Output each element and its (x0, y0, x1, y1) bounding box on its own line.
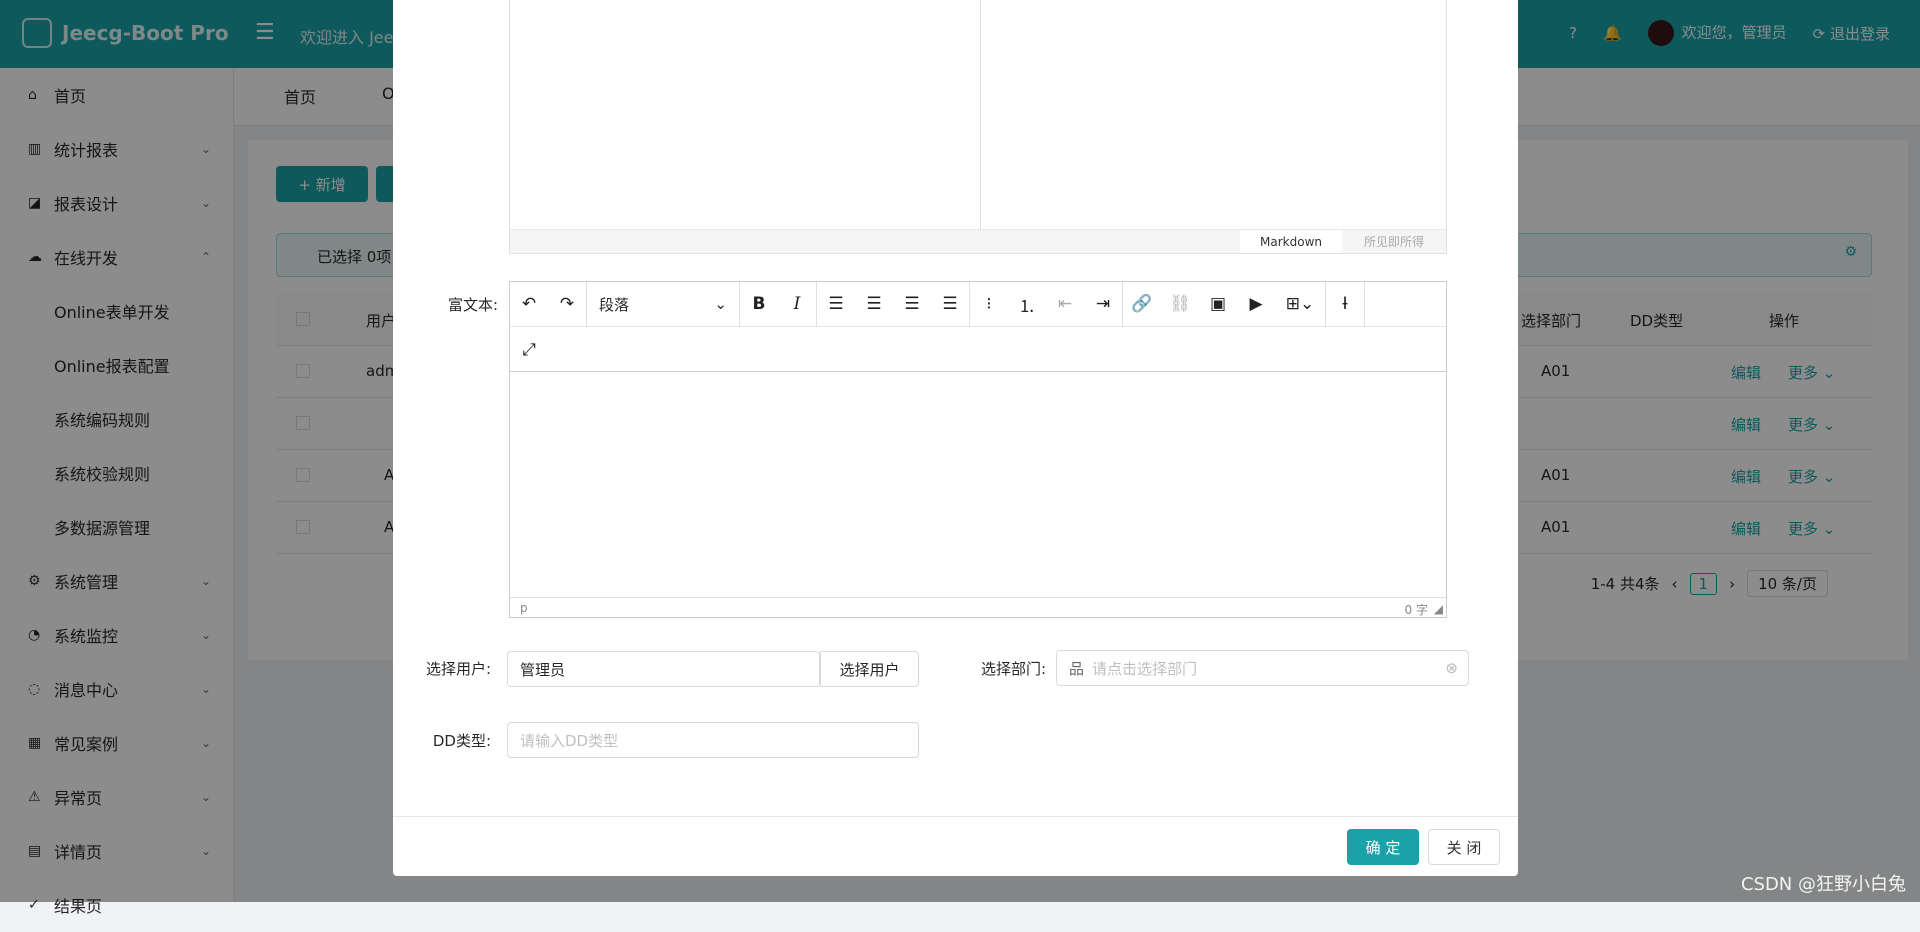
paragraph-value: 段落 (599, 295, 630, 314)
cluster-icon: 品 (1069, 659, 1085, 678)
dept-label: 选择部门: (980, 660, 1046, 678)
align-right-icon[interactable]: ☰ (893, 282, 931, 327)
numbered-list-icon[interactable]: ⒈ (1008, 282, 1046, 327)
tab-markdown[interactable]: Markdown (1240, 230, 1342, 253)
richtext-toolbar-row2: ⤢ (510, 327, 1446, 372)
align-justify-icon[interactable]: ☰ (931, 282, 969, 327)
italic-icon[interactable]: I (778, 282, 816, 327)
link-icon[interactable]: 🔗 (1123, 282, 1161, 327)
richtext-statusbar: p 0 字 ◢ (510, 597, 1446, 617)
tab-wysiwyg[interactable]: 所见即所得 (1342, 230, 1446, 253)
align-left-icon[interactable]: ☰ (817, 282, 855, 327)
markdown-mode-tabs: Markdown 所见即所得 (510, 229, 1446, 253)
dd-input[interactable]: 请输入DD类型 (507, 722, 919, 758)
richtext-toolbar: ↶ ↷ 段落 ⌄ B I ☰ ☰ ☰ ☰ ⁝ ⒈ ⇤ ⇥ 🔗 ⛓ ▣ ▶ ⊞⌄ Ɨ (510, 281, 1446, 327)
ok-button[interactable]: 确 定 (1347, 829, 1419, 865)
unlink-icon[interactable]: ⛓ (1161, 282, 1199, 327)
table-icon[interactable]: ⊞⌄ (1275, 282, 1325, 327)
indent-icon[interactable]: ⇥ (1084, 282, 1122, 327)
dd-label: DD类型: (432, 732, 491, 750)
user-label: 选择用户: (425, 660, 491, 678)
modal-footer: 确 定 关 闭 (393, 816, 1518, 876)
richtext-editor[interactable]: ↶ ↷ 段落 ⌄ B I ☰ ☰ ☰ ☰ ⁝ ⒈ ⇤ ⇥ 🔗 ⛓ ▣ ▶ ⊞⌄ Ɨ (509, 281, 1447, 618)
dept-input[interactable]: 品 请点击选择部门 ⊗ (1056, 650, 1469, 686)
markdown-divider (980, 0, 981, 230)
word-count: 0 字 (1404, 603, 1428, 617)
watermark: CSDN @狂野小白兔 (1740, 874, 1906, 895)
outdent-icon[interactable]: ⇤ (1046, 282, 1084, 327)
richtext-label: 富文本: (447, 296, 498, 314)
align-center-icon[interactable]: ☰ (855, 282, 893, 327)
resize-handle-icon[interactable]: ◢ (1434, 602, 1443, 616)
toolbar-divider (1364, 281, 1365, 327)
edit-modal: Markdown 所见即所得 富文本: ↶ ↷ 段落 ⌄ B I ☰ ☰ ☰ ☰ … (393, 0, 1518, 876)
image-icon[interactable]: ▣ (1199, 282, 1237, 327)
bullet-list-icon[interactable]: ⁝ (970, 282, 1008, 327)
fullscreen-icon[interactable]: ⤢ (510, 327, 548, 372)
bold-icon[interactable]: B (740, 282, 778, 327)
redo-icon[interactable]: ↷ (548, 282, 586, 327)
media-icon[interactable]: ▶ (1237, 282, 1275, 327)
select-user-button[interactable]: 选择用户 (820, 651, 919, 687)
user-input[interactable]: 管理员 (507, 651, 820, 687)
clear-format-icon[interactable]: Ɨ (1326, 282, 1364, 327)
dd-placeholder: 请输入DD类型 (520, 731, 619, 750)
undo-icon[interactable]: ↶ (510, 282, 548, 327)
chevron-down-icon: ⌄ (714, 295, 727, 313)
dept-placeholder: 请点击选择部门 (1092, 659, 1198, 678)
paragraph-select[interactable]: 段落 ⌄ (587, 282, 739, 327)
close-button[interactable]: 关 闭 (1428, 829, 1500, 865)
clear-icon[interactable]: ⊗ (1445, 659, 1458, 677)
markdown-editor[interactable]: Markdown 所见即所得 (509, 0, 1447, 254)
element-path: p (520, 601, 528, 615)
